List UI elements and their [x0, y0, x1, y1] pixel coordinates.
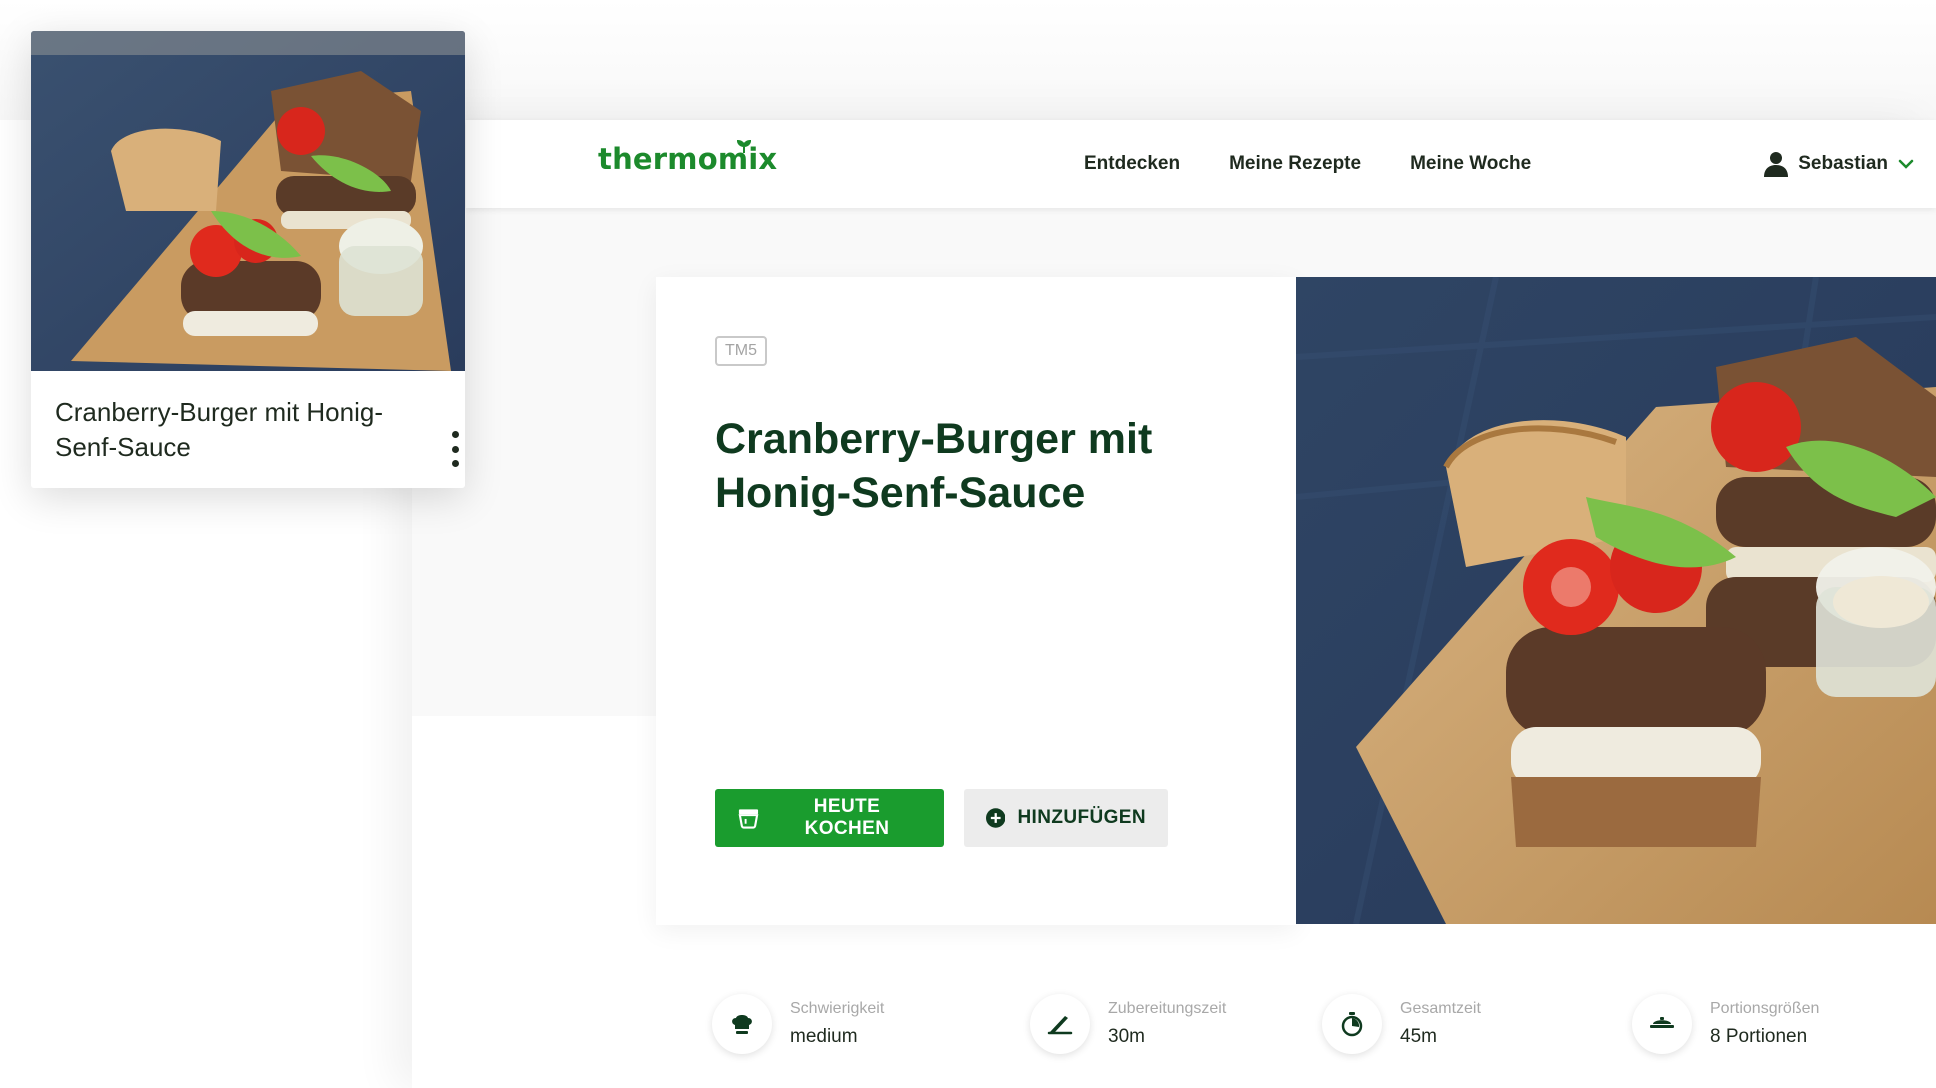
recipe-hero-card: TM5 Cranberry-Burger mit Honig-Senf-Sauc… [656, 277, 1296, 925]
user-icon [1764, 152, 1789, 177]
user-name: Sebastian [1798, 153, 1888, 174]
burger-thumbnail [31, 31, 465, 371]
knife-icon [1030, 994, 1090, 1054]
add-button[interactable]: HINZUFÜGEN [964, 789, 1168, 847]
device-badge: TM5 [715, 336, 767, 366]
cook-today-button[interactable]: HEUTE KOCHEN [715, 789, 944, 847]
recipe-card-preview[interactable]: Cranberry-Burger mit Honig-Senf-Sauce [31, 31, 465, 488]
info-value: 45m [1400, 1026, 1437, 1047]
chevron-down-icon [1898, 159, 1914, 169]
burger-photo [1296, 277, 1936, 924]
info-value: 8 Portionen [1710, 1026, 1808, 1047]
info-total-time: Gesamtzeit 45m [1322, 992, 1481, 1056]
cooking-bowl-icon [738, 809, 759, 829]
nav-link-meine-rezepte[interactable]: Meine Rezepte [1229, 153, 1361, 175]
recipe-title: Cranberry-Burger mit Honig-Senf-Sauce [715, 415, 1153, 517]
info-label: Schwierigkeit [790, 1000, 885, 1017]
serving-dish-icon [1632, 994, 1692, 1054]
info-difficulty: Schwierigkeit medium [712, 992, 884, 1056]
info-label: Zubereitungszeit [1108, 1000, 1227, 1017]
plus-circle-icon [986, 808, 1006, 828]
top-navigation: thermomix Entdecken Meine Rezepte Meine … [466, 120, 1936, 208]
recipe-card-photo [31, 31, 465, 371]
nav-link-meine-woche[interactable]: Meine Woche [1410, 153, 1531, 175]
recipe-photo [1296, 277, 1936, 924]
chef-hat-icon [712, 994, 772, 1054]
cook-today-label: HEUTE KOCHEN [804, 796, 890, 839]
add-label: HINZUFÜGEN [1017, 807, 1146, 828]
info-prep-time: Zubereitungszeit 30m [1030, 992, 1226, 1056]
more-vertical-icon[interactable] [447, 431, 463, 467]
user-menu[interactable]: Sebastian [1764, 120, 1914, 208]
main-nav: Entdecken Meine Rezepte Meine Woche [1084, 120, 1531, 208]
info-portions: Portionsgrößen 8 Portionen [1632, 992, 1819, 1056]
logo-leaf-icon [736, 140, 752, 153]
timer-icon [1322, 994, 1382, 1054]
recipe-card-title: Cranberry-Burger mit Honig-Senf-Sauce [55, 397, 383, 462]
info-label: Portionsgrößen [1710, 1000, 1820, 1017]
info-value: medium [790, 1026, 858, 1047]
info-label: Gesamtzeit [1400, 1000, 1481, 1017]
info-value: 30m [1108, 1026, 1145, 1047]
nav-link-entdecken[interactable]: Entdecken [1084, 153, 1180, 175]
